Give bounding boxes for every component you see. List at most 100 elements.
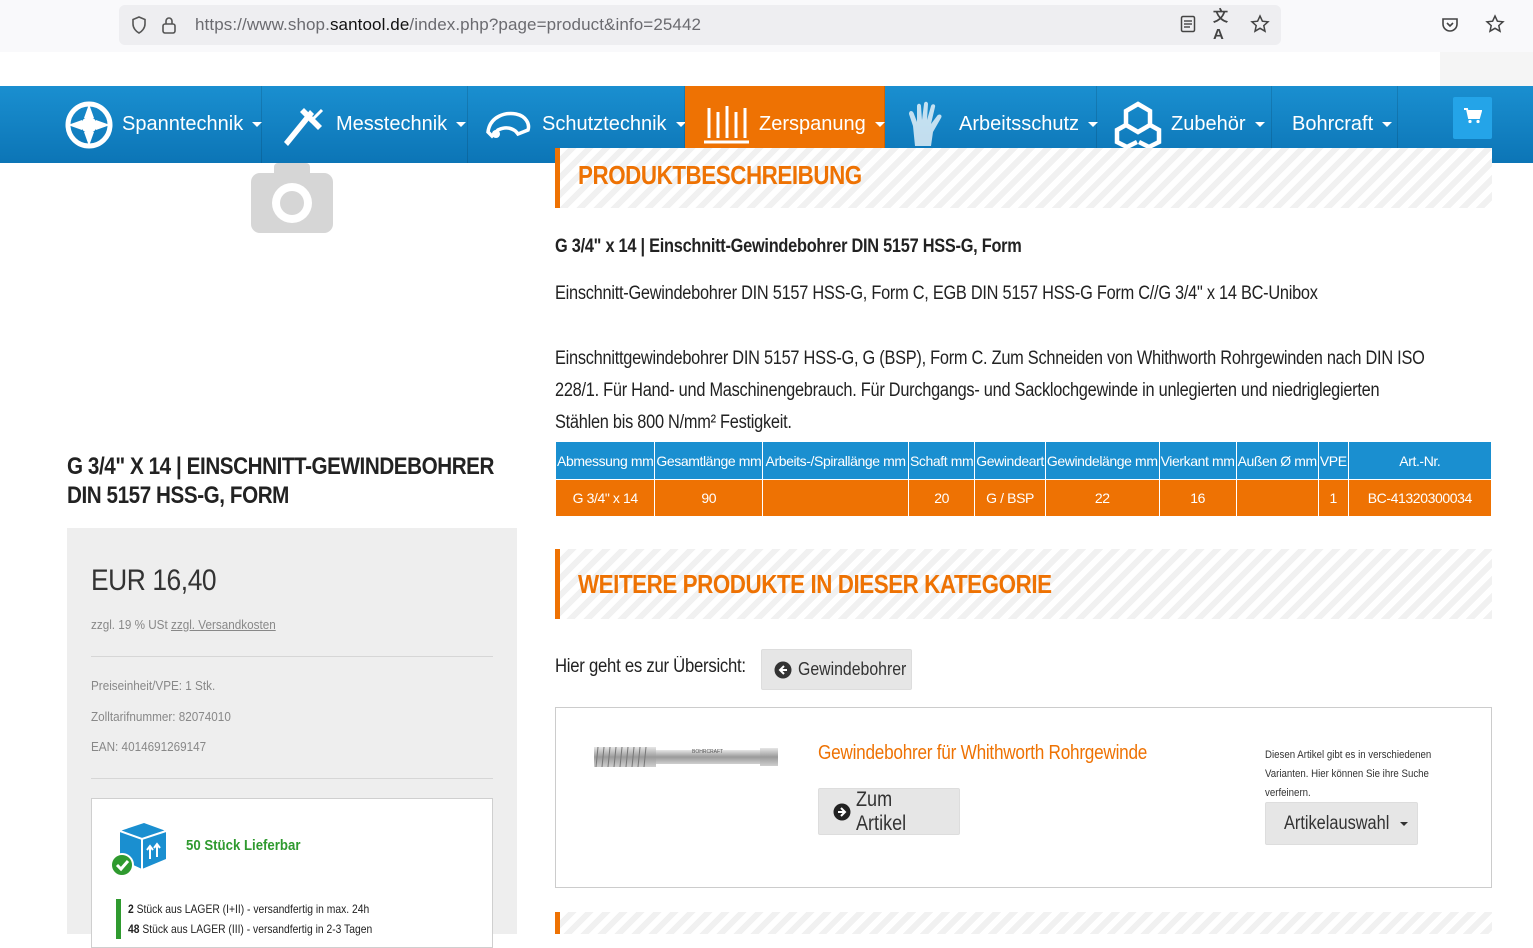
chevron-down-icon (1400, 821, 1408, 826)
cart-button[interactable] (1453, 97, 1492, 139)
pocket-icon[interactable] (1440, 15, 1460, 40)
caret-down-icon (874, 122, 885, 127)
ean-number: EAN: 4014691269147 (91, 739, 207, 754)
spec-cell: 90 (654, 479, 764, 517)
lock-icon[interactable] (159, 15, 179, 35)
nav-label: Bohrcraft (1292, 113, 1374, 135)
category-overview-button[interactable]: Gewindebohrer (761, 649, 912, 690)
nav-label: Arbeitsschutz (959, 113, 1080, 135)
arrow-left-circle-icon (774, 661, 792, 679)
spec-header-cell: Arbeits-/Spirallänge mm (762, 441, 909, 480)
nav-label: Zerspanung (759, 113, 866, 135)
table-row: G 3/4" x 14 90 20 G / BSP 22 16 1 BC-413… (554, 479, 1493, 517)
card-product-title[interactable]: Gewindebohrer für Whithworth Rohrgewinde (818, 742, 1162, 765)
description-text: 228/1. Für Hand- und Maschinengebrauch. … (555, 380, 1380, 401)
nav-item-spanntechnik[interactable]: Spanntechnik (0, 86, 263, 163)
spec-cell: BC-41320300034 (1347, 479, 1493, 517)
spec-cell: 16 (1158, 479, 1237, 517)
product-title-line: DIN 5157 HSS-G, Form (67, 482, 289, 509)
delivery-box-icon (110, 819, 172, 884)
product-price: EUR 16,40 (91, 564, 217, 597)
stock-line: 48 Stück aus LAGER (III) - versandfertig… (116, 919, 476, 939)
description-section-header: PRODUKTBESCHREIBUNG (555, 148, 1492, 208)
spec-header-row: Abmessung mm Gesamtlänge mm Arbeits-/Spi… (554, 441, 1493, 480)
stock-line: 2 Stück aus LAGER (I+II) - versandfertig… (116, 899, 476, 919)
overview-label: Hier geht es zur Übersicht: (555, 656, 746, 677)
messtechnik-icon (278, 100, 328, 150)
spanntechnik-icon (64, 100, 114, 150)
translate-icon[interactable]: 文A (1213, 8, 1235, 43)
spec-cell: 1 (1317, 479, 1349, 517)
description-title: G 3/4" x 14 | Einschnitt-Gewindebohrer D… (555, 236, 1022, 257)
glove-icon (901, 100, 951, 150)
caret-down-icon (252, 122, 263, 127)
stock-info-box: 50 Stück Lieferbar 2 Stück aus LAGER (I+… (91, 798, 493, 948)
nav-item-messtechnik[interactable]: Messtechnik (262, 86, 468, 163)
description-text: Einschnittgewindebohrer DIN 5157 HSS-G, … (555, 348, 1425, 369)
spec-header-cell: Schaft mm (907, 441, 976, 480)
related-product-card: BOHRCRAFT Gewindebohrer für Whithworth R… (555, 707, 1492, 888)
camera-placeholder-icon (250, 163, 334, 235)
spec-table: Abmessung mm Gesamtlänge mm Arbeits-/Spi… (554, 441, 1493, 517)
button-label: Zum Artikel (856, 787, 907, 835)
page-top-strip-right (1440, 52, 1533, 86)
price-unit: Preiseinheit/VPE: 1 Stk. (91, 678, 216, 693)
caret-down-icon (456, 122, 467, 127)
zerspanung-icon (701, 100, 751, 150)
article-select-dropdown[interactable]: Artikelauswahl (1265, 802, 1418, 845)
divider (91, 778, 493, 779)
caret-down-icon (1254, 122, 1265, 127)
nav-label: Spanntechnik (122, 113, 244, 135)
nav-label: Zubehör (1171, 113, 1246, 135)
spec-header-cell: Außen Ø mm (1235, 441, 1319, 480)
stock-title: 50 Stück Lieferbar (186, 837, 301, 854)
spec-cell: 22 (1044, 479, 1160, 517)
tool-brand-label: BOHRCRAFT (692, 749, 723, 755)
tariff-number: Zolltarifnummer: 82074010 (91, 709, 231, 724)
tap-tool-image[interactable]: BOHRCRAFT (594, 744, 780, 775)
to-article-button[interactable]: Zum Artikel (818, 788, 960, 835)
bookmark-star-icon[interactable] (1249, 13, 1271, 35)
spec-header-cell: Gewindeart (974, 441, 1046, 480)
description-subtitle: Einschnitt-Gewindebohrer DIN 5157 HSS-G,… (555, 283, 1318, 304)
variants-note: Diesen Artikel gibt es in verschiedenen … (1265, 749, 1432, 799)
product-title-line: G 3/4" x 14 | Einschnitt-Gewindebohrer (67, 453, 495, 480)
description-text: Stählen bis 800 N/mm² Festigkeit. (555, 412, 792, 433)
more-products-section-header: WEITERE PRODUKTE IN DIESER KATEGORIE (555, 549, 1492, 619)
arrow-right-circle-icon (833, 803, 851, 821)
spec-header-cell: VPE (1317, 441, 1349, 480)
section-heading: WEITERE PRODUKTE IN DIESER KATEGORIE (578, 569, 1052, 599)
tax-info: zzgl. 19 % USt zzgl. Versandkosten (91, 617, 276, 632)
spec-cell: 20 (907, 479, 976, 517)
spec-header-cell: Gewindelänge mm (1044, 441, 1160, 480)
shield-icon[interactable] (129, 15, 149, 35)
reader-view-icon[interactable] (1177, 13, 1199, 35)
caret-down-icon (1382, 122, 1393, 127)
product-title: G 3/4" x 14 | Einschnitt-Gewindebohrer D… (67, 452, 527, 510)
cart-icon (1463, 107, 1482, 129)
section-heading: PRODUKTBESCHREIBUNG (578, 160, 862, 190)
spec-cell (762, 479, 909, 517)
zubehoer-icon (1113, 100, 1163, 150)
spec-cell: G 3/4" x 14 (554, 479, 656, 517)
tax-text: zzgl. 19 % USt (91, 617, 168, 632)
spec-header-cell: Abmessung mm (554, 441, 656, 480)
shipping-costs-link[interactable]: zzgl. Versandkosten (171, 617, 276, 632)
bookmarks-menu-icon[interactable] (1485, 14, 1505, 39)
nav-label: Messtechnik (336, 113, 448, 135)
nav-label: Schutztechnik (542, 113, 667, 135)
url-text[interactable]: https://www.shop.santool.de/index.php?pa… (195, 15, 701, 35)
browser-toolbar: https://www.shop.santool.de/index.php?pa… (0, 0, 1533, 52)
spec-header-cell: Art.-Nr. (1347, 441, 1493, 480)
spec-cell (1235, 479, 1319, 517)
button-label: Gewindebohrer (798, 659, 907, 679)
spec-header-cell: Gesamtlänge mm (654, 441, 764, 480)
price-box: EUR 16,40 zzgl. 19 % USt zzgl. Versandko… (67, 528, 517, 948)
page-top-strip (0, 52, 1440, 86)
address-bar[interactable]: https://www.shop.santool.de/index.php?pa… (119, 5, 1281, 45)
spec-cell: G / BSP (974, 479, 1046, 517)
next-section-header (555, 912, 1492, 934)
schutztechnik-icon (484, 100, 534, 150)
divider (91, 656, 493, 657)
spec-header-cell: Vierkant mm (1158, 441, 1237, 480)
